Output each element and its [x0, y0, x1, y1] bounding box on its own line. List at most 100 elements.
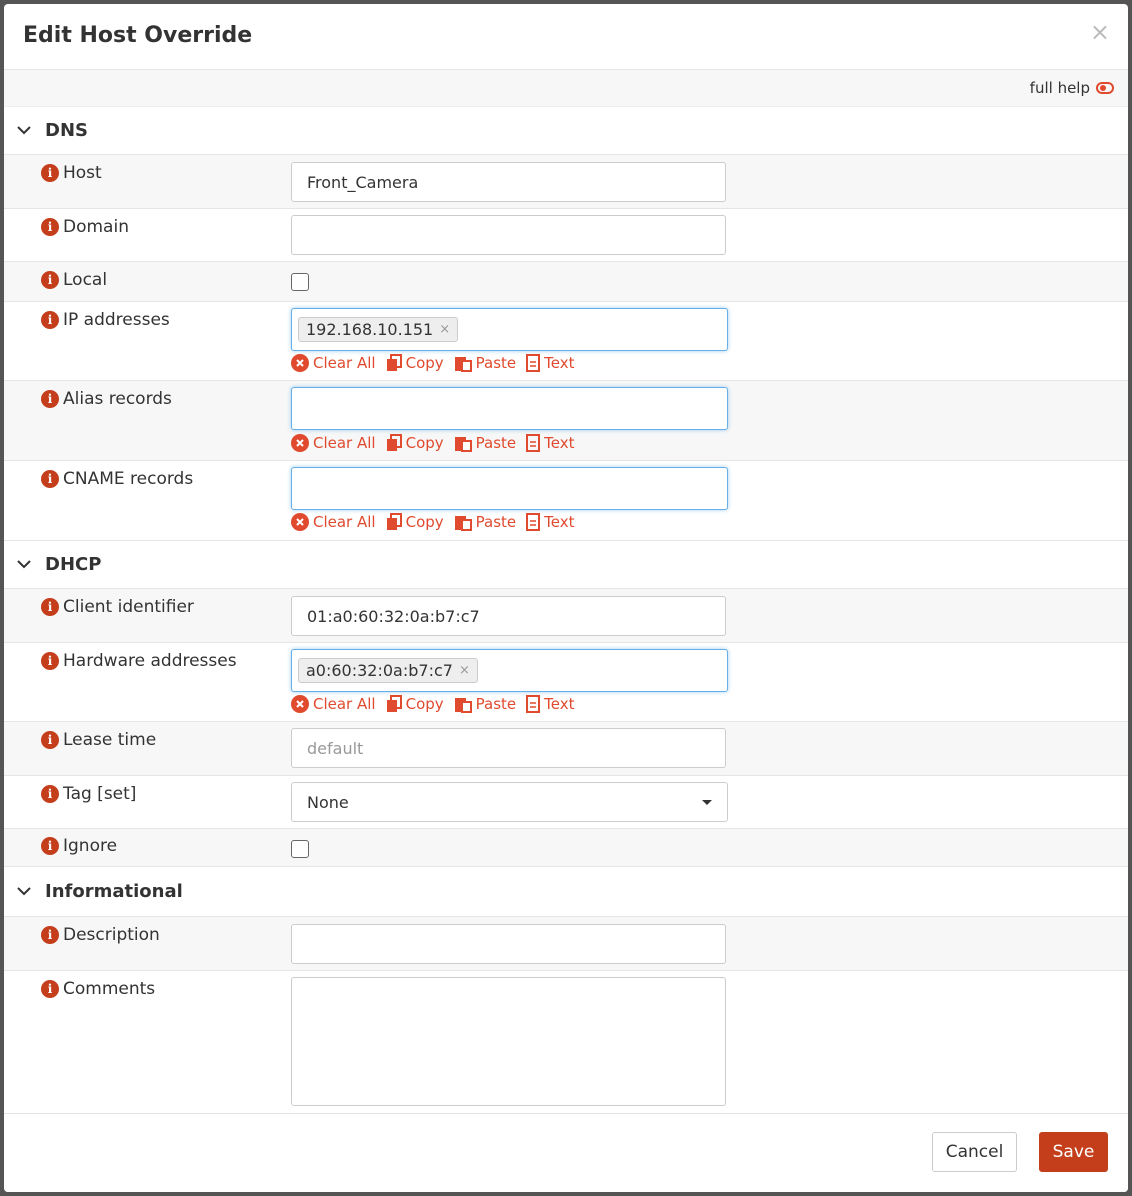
clear-icon: [291, 434, 309, 452]
copy-button[interactable]: Copy: [386, 434, 444, 452]
section-title: DHCP: [45, 554, 102, 575]
copy-label: Copy: [405, 695, 444, 713]
help-bar: full help: [4, 70, 1128, 107]
copy-icon: [386, 434, 402, 451]
ip-actions: Clear All Copy Paste Text: [291, 354, 575, 372]
copy-button[interactable]: Copy: [386, 354, 444, 372]
info-icon[interactable]: i: [41, 164, 59, 182]
cancel-button[interactable]: Cancel: [932, 1132, 1017, 1172]
clear-all-button[interactable]: Clear All: [291, 513, 376, 531]
info-icon[interactable]: i: [41, 218, 59, 236]
row-ignore: i Ignore: [4, 829, 1128, 867]
section-dns-header[interactable]: DNS: [4, 107, 1128, 155]
text-label: Text: [544, 513, 575, 531]
clear-all-label: Clear All: [313, 695, 376, 713]
save-button[interactable]: Save: [1039, 1132, 1108, 1172]
ip-addresses-input[interactable]: 192.168.10.151 ×: [291, 308, 728, 351]
hardware-addresses-input[interactable]: a0:60:32:0a:b7:c7 ×: [291, 649, 728, 692]
lease-time-label: Lease time: [63, 730, 157, 750]
info-icon[interactable]: i: [41, 271, 59, 289]
info-icon[interactable]: i: [41, 470, 59, 488]
paste-button[interactable]: Paste: [454, 513, 517, 531]
cname-actions: Clear All Copy Paste Text: [291, 513, 575, 531]
local-checkbox[interactable]: [291, 273, 309, 291]
clear-all-button[interactable]: Clear All: [291, 434, 376, 452]
remove-tag-icon[interactable]: ×: [459, 663, 470, 678]
cname-records-input[interactable]: [291, 467, 728, 510]
paste-label: Paste: [475, 513, 517, 531]
row-description: i Description: [4, 917, 1128, 971]
copy-icon: [386, 354, 402, 371]
ip-address-tag: 192.168.10.151 ×: [298, 317, 459, 342]
section-dhcp-header[interactable]: DHCP: [4, 541, 1128, 589]
full-help-toggle[interactable]: full help: [1030, 79, 1114, 97]
section-informational-header[interactable]: Informational: [4, 867, 1128, 917]
copy-button[interactable]: Copy: [386, 695, 444, 713]
host-label: Host: [63, 163, 102, 183]
info-icon[interactable]: i: [41, 926, 59, 944]
alias-actions: Clear All Copy Paste Text: [291, 434, 575, 452]
copy-button[interactable]: Copy: [386, 513, 444, 531]
row-hardware-addresses: i Hardware addresses a0:60:32:0a:b7:c7 × …: [4, 643, 1128, 722]
copy-icon: [386, 695, 402, 712]
info-icon[interactable]: i: [41, 980, 59, 998]
hardware-addresses-label: Hardware addresses: [63, 651, 237, 671]
row-cname-records: i CNAME records Clear All Copy Paste Text: [4, 461, 1128, 541]
toggle-off-icon: [1096, 82, 1114, 94]
info-icon[interactable]: i: [41, 731, 59, 749]
alias-records-label: Alias records: [63, 389, 172, 409]
clear-all-button[interactable]: Clear All: [291, 695, 376, 713]
clear-icon: [291, 695, 309, 713]
tag-value: 192.168.10.151: [306, 320, 434, 339]
clear-all-label: Clear All: [313, 434, 376, 452]
info-icon[interactable]: i: [41, 652, 59, 670]
text-button[interactable]: Text: [526, 354, 575, 372]
modal-title: Edit Host Override: [23, 23, 253, 48]
row-tag-set: i Tag [set] None: [4, 776, 1128, 829]
clear-all-label: Clear All: [313, 354, 376, 372]
paste-label: Paste: [475, 695, 517, 713]
info-icon[interactable]: i: [41, 598, 59, 616]
paste-label: Paste: [475, 354, 517, 372]
domain-label: Domain: [63, 217, 129, 237]
tag-set-value: None: [307, 792, 349, 812]
host-input[interactable]: Front_Camera: [291, 162, 726, 202]
info-icon[interactable]: i: [41, 837, 59, 855]
comments-textarea[interactable]: [291, 977, 726, 1106]
description-input[interactable]: [291, 924, 726, 964]
paste-button[interactable]: Paste: [454, 695, 517, 713]
info-icon[interactable]: i: [41, 785, 59, 803]
info-icon[interactable]: i: [41, 311, 59, 329]
ignore-checkbox[interactable]: [291, 840, 309, 858]
paste-button[interactable]: Paste: [454, 354, 517, 372]
clear-icon: [291, 513, 309, 531]
section-title: Informational: [45, 881, 183, 902]
full-help-label: full help: [1029, 79, 1090, 97]
text-icon: [526, 354, 541, 372]
caret-down-icon: [702, 799, 712, 805]
ip-addresses-label: IP addresses: [63, 310, 170, 330]
tag-value: a0:60:32:0a:b7:c7: [306, 661, 453, 680]
text-button[interactable]: Text: [526, 695, 575, 713]
close-icon[interactable]: ×: [1090, 20, 1110, 44]
tag-set-select[interactable]: None: [291, 782, 728, 822]
row-lease-time: i Lease time default: [4, 722, 1128, 776]
text-icon: [526, 695, 541, 713]
clear-all-button[interactable]: Clear All: [291, 354, 376, 372]
row-domain: i Domain: [4, 209, 1128, 262]
client-identifier-input[interactable]: 01:a0:60:32:0a:b7:c7: [291, 596, 726, 636]
clear-all-label: Clear All: [313, 513, 376, 531]
modal-header: Edit Host Override ×: [4, 4, 1128, 70]
info-icon[interactable]: i: [41, 390, 59, 408]
text-button[interactable]: Text: [526, 513, 575, 531]
paste-icon: [454, 516, 472, 531]
paste-button[interactable]: Paste: [454, 434, 516, 452]
chevron-down-icon: [17, 126, 35, 135]
row-ip-addresses: i IP addresses 192.168.10.151 × Clear All…: [4, 302, 1128, 381]
text-button[interactable]: Text: [526, 434, 575, 452]
domain-input[interactable]: [291, 215, 726, 255]
remove-tag-icon[interactable]: ×: [439, 322, 450, 337]
row-alias-records: i Alias records Clear All Copy Paste Text: [4, 381, 1128, 461]
lease-time-input[interactable]: default: [291, 728, 726, 768]
alias-records-input[interactable]: [291, 387, 728, 430]
